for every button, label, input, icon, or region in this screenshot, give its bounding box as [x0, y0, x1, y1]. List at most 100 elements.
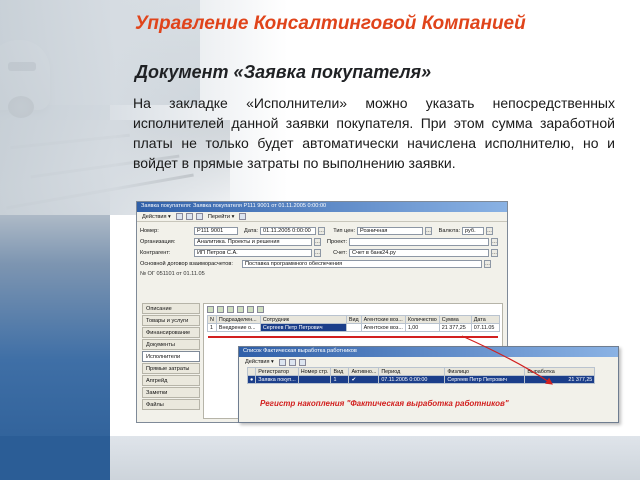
tab-financing[interactable]: Финансирование: [142, 327, 200, 338]
slide-title: Управление Консалтинговой Компанией: [135, 13, 526, 34]
tab-files[interactable]: Файлы: [142, 399, 200, 410]
table-cell: Агентское воз...: [360, 323, 406, 332]
column-header[interactable]: Выработка: [524, 367, 596, 376]
table-cell: 1: [330, 375, 350, 384]
actions-menu-button[interactable]: Действия ▾: [140, 214, 173, 220]
column-header[interactable]: Регистратор: [255, 367, 299, 376]
column-header[interactable]: Сотрудник: [259, 315, 347, 324]
counterparty-select-button[interactable]: …: [314, 248, 321, 257]
move-down-icon[interactable]: [257, 306, 264, 313]
save-icon[interactable]: [175, 213, 183, 220]
help-icon[interactable]: [298, 358, 306, 366]
document-tabs: Описание Товары и услуги Финансирование …: [142, 303, 200, 419]
register-toolbar: Действия ▾: [239, 357, 618, 367]
column-header[interactable]: [246, 367, 257, 376]
document-window-title: Заявка покупателя: Заявка покупателя P11…: [137, 202, 507, 212]
table-cell: 21 377,25: [438, 323, 472, 332]
project-field[interactable]: [349, 237, 489, 246]
help-icon[interactable]: [239, 213, 247, 220]
tab-description[interactable]: Описание: [142, 303, 200, 314]
executor-row-highlight: [208, 336, 498, 338]
register-table: Регистратор Номер стр. Вид Активно... Пе…: [246, 367, 596, 384]
slide-body-text: На закладке «Исполнители» можно указать …: [133, 95, 615, 171]
tab-executors[interactable]: Исполнители: [142, 351, 200, 362]
currency-select-button[interactable]: …: [486, 226, 493, 235]
column-header[interactable]: Вид: [345, 315, 362, 324]
form-row-number: Номер: Р111 9001 Дата: 01.11.2005 0:00:0…: [140, 225, 504, 236]
document-toolbar: Действия ▾ Перейти ▾: [137, 212, 507, 222]
project-select-button[interactable]: …: [491, 237, 498, 246]
register-window-title: Список Фактическая выработка работников: [239, 347, 618, 357]
slide-subtitle: Документ «Заявка покупателя»: [135, 62, 432, 82]
table-cell: 1: [207, 323, 217, 332]
refresh-icon[interactable]: [278, 358, 286, 366]
invoice-label: Счет:: [333, 249, 347, 256]
move-up-icon[interactable]: [247, 306, 254, 313]
column-header[interactable]: N: [207, 315, 217, 324]
currency-label: Валюта:: [438, 227, 460, 234]
tab-documents[interactable]: Документы: [142, 339, 200, 350]
active-check-icon: ✔: [348, 375, 380, 384]
executors-table: N Подразделен... Сотрудник Вид Агентские…: [207, 315, 500, 332]
contract-select-button[interactable]: …: [484, 259, 491, 268]
column-header[interactable]: Дата: [470, 315, 500, 324]
executors-grid-toolbar: [204, 304, 502, 315]
column-header[interactable]: Сумма: [438, 315, 472, 324]
document-form: Номер: Р111 9001 Дата: 01.11.2005 0:00:0…: [137, 222, 507, 281]
table-cell: 07.11.2005 0:00:00: [378, 375, 446, 384]
delete-row-icon[interactable]: [237, 306, 244, 313]
column-header[interactable]: Вид: [330, 367, 350, 376]
record-marker-icon: ●: [246, 375, 257, 384]
copy-icon[interactable]: [185, 213, 193, 220]
register-annotation: Регистр накопления "Фактическая выработк…: [260, 399, 509, 408]
counterparty-field[interactable]: ИП Петров С.А.: [194, 248, 312, 257]
tab-notes[interactable]: Заметки: [142, 387, 200, 398]
column-header[interactable]: Период: [378, 367, 446, 376]
date-picker-button[interactable]: …: [318, 226, 325, 235]
date-label: Дата:: [244, 227, 258, 234]
invoice-field[interactable]: Счет в банк24.ру: [349, 248, 489, 257]
post-icon[interactable]: [195, 213, 203, 220]
invoice-select-button[interactable]: …: [491, 248, 498, 257]
column-header[interactable]: Количество: [404, 315, 440, 324]
form-row-contract: Основной договор взаиморасчетов: Поставк…: [140, 258, 504, 269]
register-window: Список Фактическая выработка работников …: [238, 346, 619, 423]
column-header[interactable]: Подразделен...: [215, 315, 261, 324]
price-type-field[interactable]: Розничная: [357, 226, 423, 235]
copy-row-icon[interactable]: [217, 306, 224, 313]
org-select-button[interactable]: …: [314, 237, 321, 246]
column-header[interactable]: Номер стр.: [297, 367, 332, 376]
contract-field[interactable]: Поставка программного обеспечения: [242, 259, 482, 268]
table-row[interactable]: 1 Внедрение о... Сергеев Петр Петрович А…: [207, 323, 500, 332]
edit-row-icon[interactable]: [227, 306, 234, 313]
table-header-row: Регистратор Номер стр. Вид Активно... Пе…: [246, 367, 596, 376]
counterparty-label: Контрагент:: [140, 249, 171, 256]
table-cell: 07.11.05: [470, 323, 500, 332]
table-row[interactable]: ● Заявка покуп... 1 ✔ 07.11.2005 0:00:00…: [246, 375, 596, 384]
tab-direct-costs[interactable]: Прямые затраты: [142, 363, 200, 374]
table-header-row: N Подразделен... Сотрудник Вид Агентские…: [207, 315, 500, 324]
table-cell: Внедрение о...: [215, 323, 261, 332]
filter-icon[interactable]: [288, 358, 296, 366]
tab-goods-services[interactable]: Товары и услуги: [142, 315, 200, 326]
form-row-counterparty: Контрагент: ИП Петров С.А. … Счет: Счет …: [140, 247, 504, 258]
date-field[interactable]: 01.11.2005 0:00:00: [260, 226, 316, 235]
form-row-org: Организация: Аналитика. Проекты и решени…: [140, 236, 504, 247]
register-actions-menu-button[interactable]: Действия ▾: [243, 359, 276, 365]
add-row-icon[interactable]: [207, 306, 214, 313]
project-label: Проект:: [327, 238, 347, 245]
number-field[interactable]: Р111 9001: [194, 226, 238, 235]
bottom-band-accent: [0, 436, 110, 480]
org-field[interactable]: Аналитика. Проекты и решения: [194, 237, 312, 246]
currency-field[interactable]: руб.: [462, 226, 484, 235]
tab-upgrade[interactable]: Апгрейд: [142, 375, 200, 386]
table-cell: [345, 323, 362, 332]
contract-ref-link[interactable]: № ОГ 051101 от 01.11.05: [140, 269, 504, 278]
column-header[interactable]: Физлицо: [444, 367, 526, 376]
table-cell: 1,00: [404, 323, 440, 332]
table-cell: Сергеев Петр Петрович: [444, 375, 526, 384]
column-header[interactable]: Агентские воз...: [360, 315, 406, 324]
column-header[interactable]: Активно...: [348, 367, 380, 376]
price-type-select-button[interactable]: …: [425, 226, 432, 235]
go-to-menu-button[interactable]: Перейти ▾: [206, 214, 237, 220]
